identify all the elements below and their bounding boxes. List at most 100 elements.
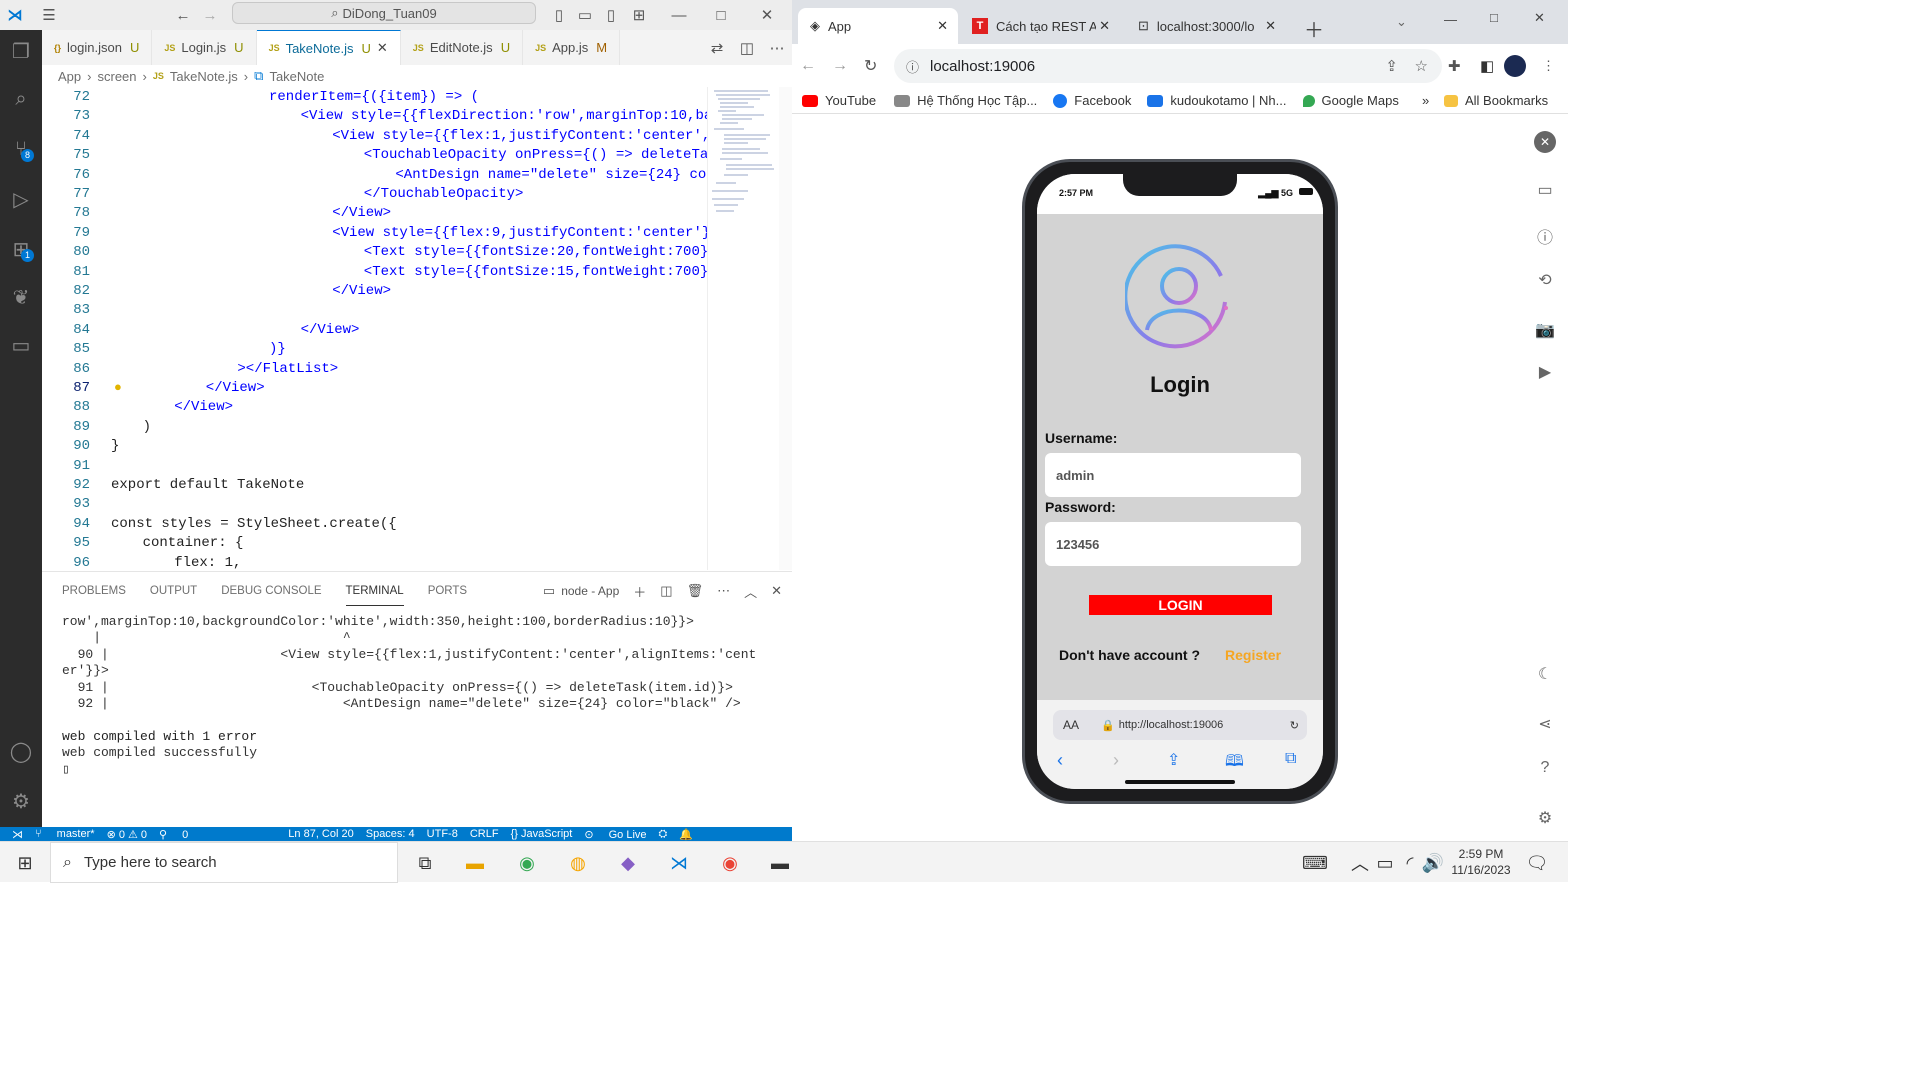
camera-icon[interactable]: 📷 [1534,319,1556,341]
split-editor-icon[interactable]: ◫ [732,33,762,63]
eol[interactable]: CRLF [470,828,499,840]
browser-tab-app[interactable]: ◈ App ✕ [798,8,958,44]
breadcrumb-item[interactable]: screen [97,69,136,84]
tab-problems[interactable]: PROBLEMS [62,577,126,605]
bookmark-lms[interactable]: Hệ Thống Học Tập... [894,93,1037,108]
close-icon[interactable]: ✕ [752,0,782,30]
info-icon[interactable]: ⓘ [1534,225,1556,247]
tab-search-icon[interactable]: ⌄ [1396,14,1407,30]
toggle-secondary-sidebar-icon[interactable]: ▯ [596,0,626,30]
ports-status[interactable]: ⚲ 0 [159,828,188,841]
close-icon[interactable]: ✕ [1534,10,1545,26]
share-icon[interactable]: ⇪ [1385,57,1398,75]
bookmark-star-icon[interactable]: ☆ [1415,57,1428,75]
lightbulb-icon[interactable]: ● [114,380,122,395]
more-actions-icon[interactable]: ⋯ [717,583,730,599]
visual-studio-icon[interactable]: ◆ [613,848,643,878]
chrome-menu-icon[interactable]: ⋮ [1542,58,1555,74]
language-mode[interactable]: {} JavaScript [511,828,573,840]
mongodb-leaf-icon[interactable]: ❦ [0,276,42,318]
safari-tabs-icon[interactable]: ⧉ [1285,750,1296,768]
forward-arrow-icon[interactable]: → [195,0,225,30]
video-icon[interactable]: ▶ [1534,361,1556,383]
username-input[interactable]: admin [1045,453,1301,497]
minimap[interactable] [707,87,779,570]
explorer-icon[interactable]: ❐ [0,30,42,72]
breadcrumb-item[interactable]: TakeNote [269,69,324,84]
terminal-taskbar-icon[interactable]: ▬ [765,848,795,878]
tab-debug-console[interactable]: DEBUG CONSOLE [221,577,321,605]
browser-tab-rest-api[interactable]: T Cách tạo REST AP ✕ [960,8,1120,44]
tab-output[interactable]: OUTPUT [150,577,197,605]
run-debug-icon[interactable]: ▷ [0,178,42,220]
close-panel-icon[interactable]: ✕ [771,583,782,599]
device-select-icon[interactable]: ▭ [1534,179,1556,201]
more-actions-icon[interactable]: ⋯ [762,33,792,63]
safari-bookmarks-icon[interactable]: 🕮 [1225,750,1244,777]
settings-gear-icon[interactable]: ⚙ [0,780,42,822]
new-tab-icon[interactable]: ＋ [1304,14,1324,43]
profile-avatar[interactable] [1504,55,1526,77]
remote-icon[interactable]: ⋊ [12,828,23,841]
customize-layout-icon[interactable]: ⊞ [624,0,654,30]
kill-terminal-icon[interactable]: 🗑 [687,583,704,599]
notifications-icon[interactable]: 🗨 [1522,848,1552,878]
indentation[interactable]: Spaces: 4 [366,828,415,840]
encoding[interactable]: UTF-8 [427,828,458,840]
source-control-icon[interactable]: ⑂ 8 [0,128,42,170]
bookmark-kudoukotamo[interactable]: kudoukotamo | Nh... [1147,93,1287,108]
settings-gear-icon[interactable]: ⚙ [1534,807,1556,829]
breadcrumb-item[interactable]: TakeNote.js [170,69,238,84]
go-live-button[interactable]: ⊙ Go Live [584,828,646,841]
reload-icon[interactable]: ↻ [864,56,877,76]
site-info-icon[interactable]: ⓘ [906,57,919,76]
volume-icon[interactable]: 🔊 [1418,848,1448,878]
branch-status[interactable]: ⑂ master* [35,828,95,840]
new-terminal-icon[interactable]: ＋ [633,582,646,601]
maximize-icon[interactable]: □ [1490,10,1498,25]
task-view-icon[interactable]: ⧉ [410,848,440,878]
breadcrumb-item[interactable]: App [58,69,81,84]
close-icon[interactable]: ✕ [1534,131,1556,153]
login-button[interactable]: LOGIN [1089,595,1272,615]
windows-start-icon[interactable]: ⊞ [10,848,40,878]
safari-url-bar[interactable]: AA 🔒 http://localhost:19006 ↻ [1053,710,1307,740]
extensions-icon[interactable]: ✚ [1448,57,1461,75]
tab-takenote-js[interactable]: JS TakeNote.js U ✕ [256,30,401,65]
cursor-position[interactable]: Ln 87, Col 20 [288,828,353,840]
brave-icon[interactable]: ◍ [563,848,593,878]
menu-icon[interactable]: ☰ [34,0,64,30]
tab-editnote-js[interactable]: JS EditNote.js U [401,30,524,65]
tab-login-json[interactable]: {} login.json U [42,30,153,65]
terminal-name[interactable]: node - App [561,584,619,598]
split-terminal-icon[interactable]: ◫ [660,583,672,599]
notifications-icon[interactable]: 🔔 [679,828,693,841]
vscode-taskbar-icon[interactable]: ⋊ [664,848,694,878]
remote-explorer-icon[interactable]: ▭ [0,324,42,366]
taskbar-clock[interactable]: 2:59 PM 11/16/2023 [1446,846,1516,878]
reload-icon[interactable]: ↻ [1290,719,1299,732]
chrome-icon[interactable]: ◉ [512,848,542,878]
chrome-taskbar-icon[interactable]: ◉ [715,848,745,878]
back-icon[interactable]: ← [800,57,816,75]
share-icon[interactable]: ⋖ [1534,713,1556,735]
all-bookmarks[interactable]: All Bookmarks [1444,93,1548,108]
copilot-icon[interactable]: ⛭ [659,828,668,841]
bookmark-youtube[interactable]: YouTube [802,93,876,108]
command-center-search[interactable]: ⌕ DiDong_Tuan09 [232,2,536,24]
account-icon[interactable]: ◯ [0,730,42,772]
side-panel-icon[interactable]: ◧ [1480,57,1494,75]
browser-tab-localhost-3000[interactable]: ⊡ localhost:3000/lo ✕ [1126,8,1286,44]
bookmark-facebook[interactable]: Facebook [1053,93,1131,108]
minimize-icon[interactable]: — [664,0,694,30]
close-tab-icon[interactable]: ✕ [377,40,388,56]
terminal-output[interactable]: row',marginTop:10,backgroundColor:'white… [62,614,782,778]
taskbar-search-box[interactable]: ⌕ Type here to search [50,842,398,883]
text-size-button[interactable]: AA [1063,718,1079,732]
compare-changes-icon[interactable]: ⇄ [702,33,732,63]
keyboard-icon[interactable]: ⌨ [1300,848,1330,878]
back-arrow-icon[interactable]: ← [168,0,198,30]
password-input[interactable]: 123456 [1045,522,1301,566]
register-link[interactable]: Register [1225,647,1281,663]
safari-back-icon[interactable]: ‹ [1057,750,1063,771]
